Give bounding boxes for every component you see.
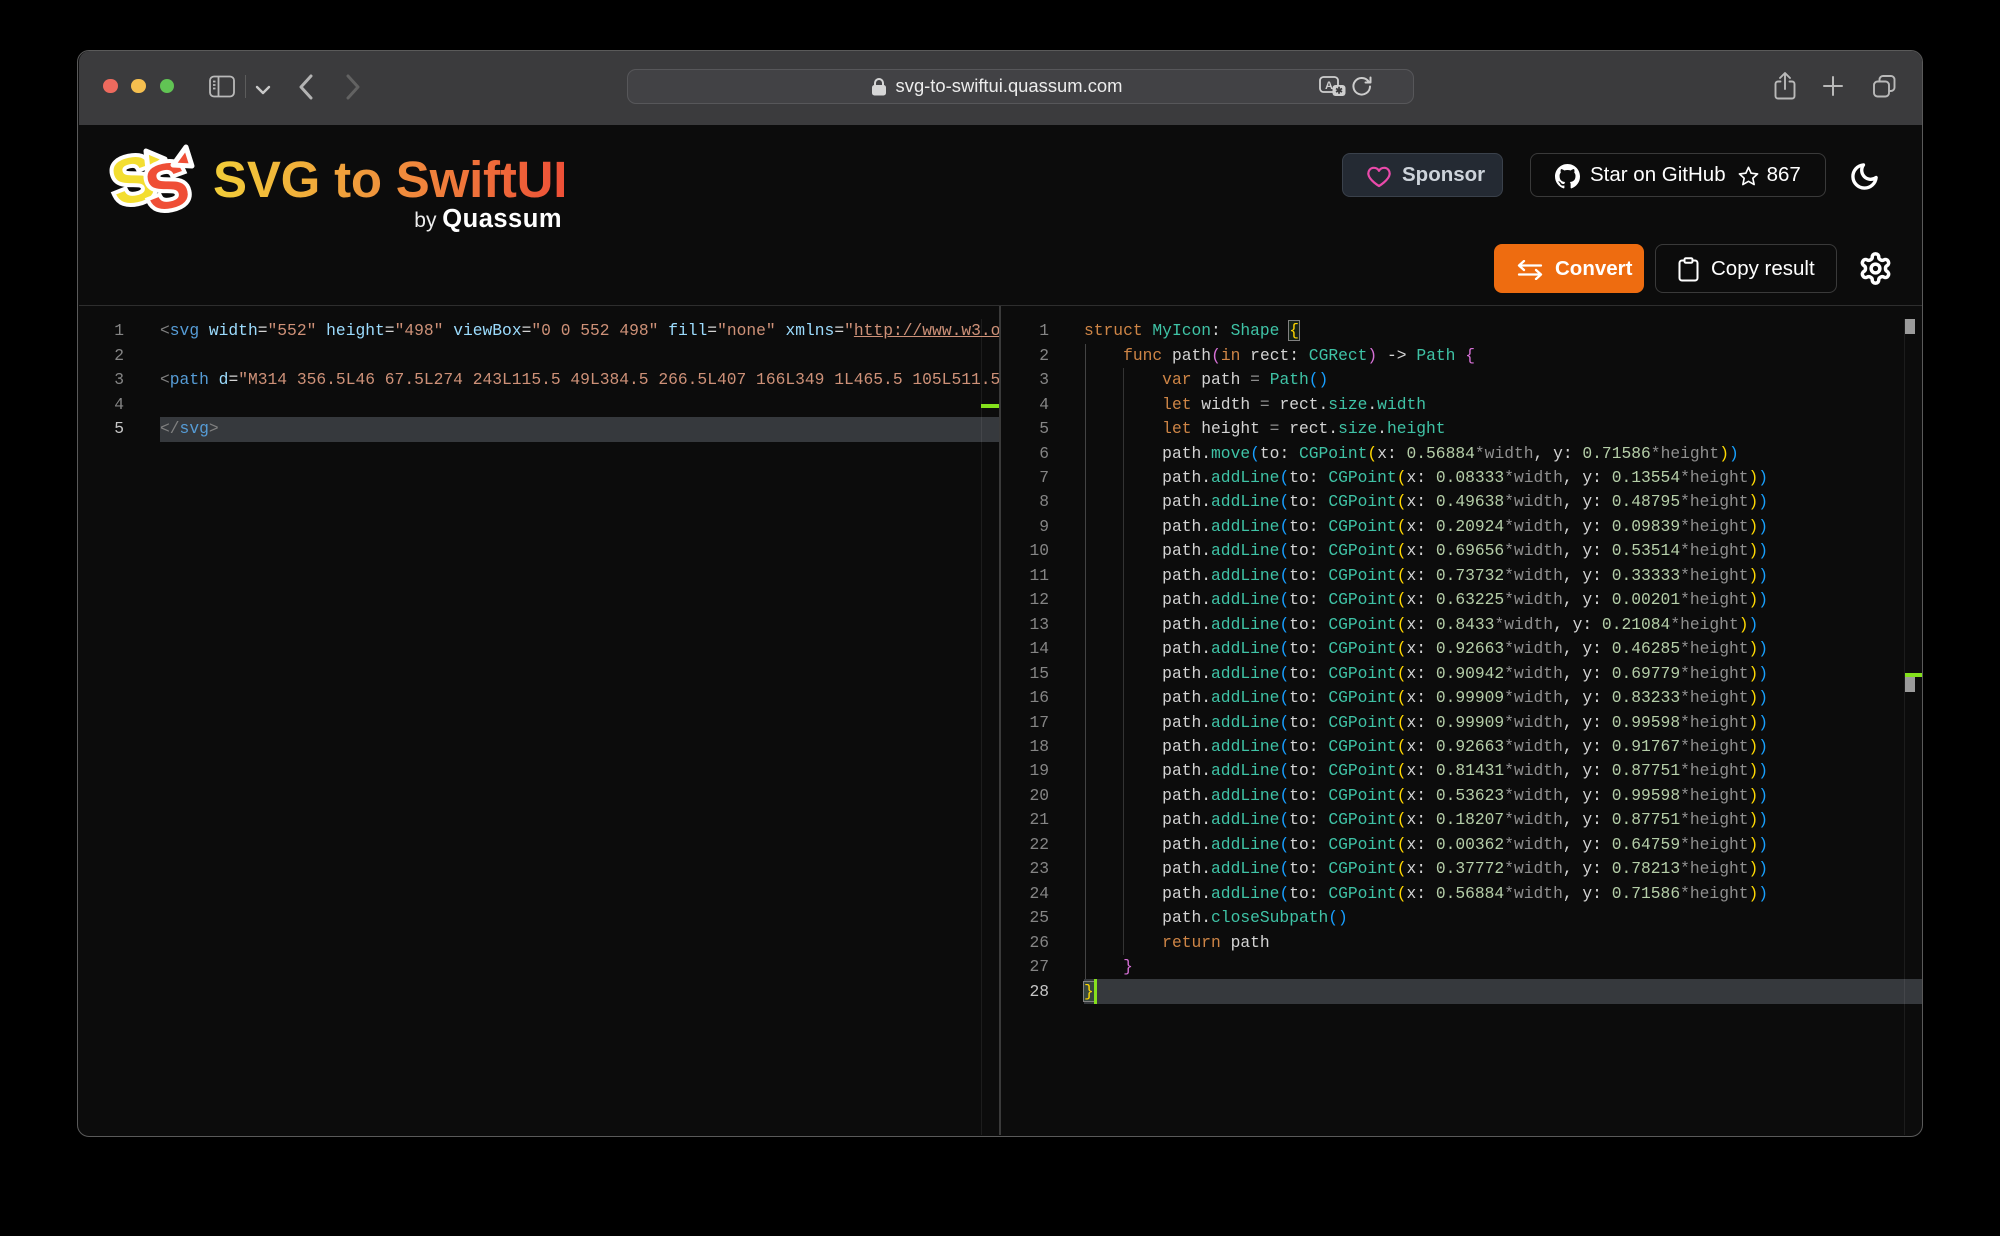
svg-text:A: A [1325,80,1333,92]
svg-text:✱: ✱ [1335,85,1343,95]
